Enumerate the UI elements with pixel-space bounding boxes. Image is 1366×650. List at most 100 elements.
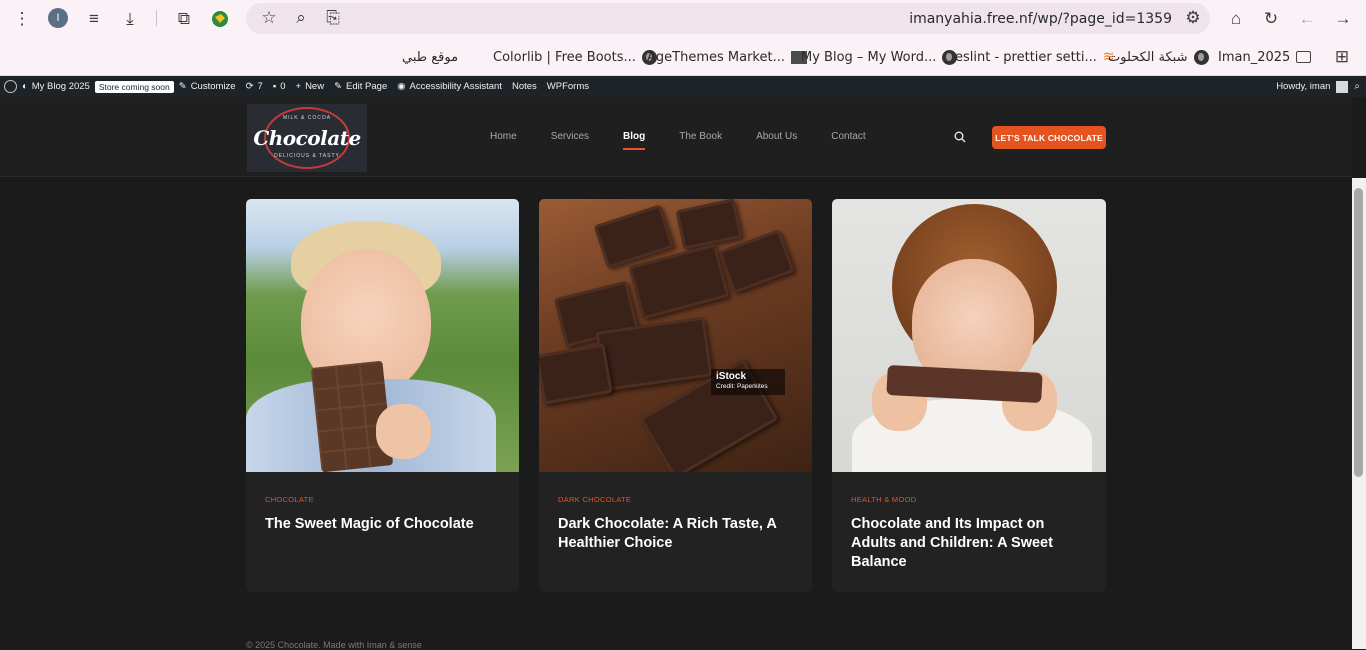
extension-globe-icon[interactable] (207, 6, 233, 32)
bookmark-item[interactable]: AgeThemes Market... (647, 47, 807, 67)
nav-the-book[interactable]: The Book (679, 131, 722, 142)
bookmark-item[interactable]: موقع طبي (402, 47, 458, 67)
post-category[interactable]: CHOCOLATE (265, 495, 314, 504)
plus-icon: + (295, 81, 302, 92)
admin-new[interactable]: + New (291, 81, 330, 92)
avatar[interactable] (1336, 80, 1349, 93)
zoom-icon[interactable]: ⌕ (288, 5, 314, 31)
site-header: MILK & COCOA Chocolate DELICIOUS & TASTY… (0, 97, 1352, 177)
post-thumbnail[interactable]: iStock Credit: Paperkites (539, 199, 812, 472)
thumbnail-shape (539, 343, 613, 405)
thumbnail-shape (376, 404, 431, 459)
wordpress-icon[interactable] (4, 80, 17, 93)
admin-site-name[interactable]: ◐ My Blog 2025 (17, 81, 95, 92)
logo-text: Chocolate (253, 126, 361, 150)
bookmarks-bar: موقع طبي Colorlib | Free Boots... AgeThe… (0, 38, 1366, 76)
bookmark-label: شبكة الكحلوت (1108, 49, 1188, 65)
download-icon[interactable]: ⤓ (117, 6, 143, 32)
forward-icon[interactable]: → (1330, 6, 1356, 32)
bookmark-label: My Blog – My Word... (801, 49, 937, 65)
thumbnail-shape (675, 199, 743, 250)
image-credit: iStock Credit: Paperkites (711, 369, 785, 395)
post-category[interactable]: HEALTH & MOOD (851, 495, 916, 504)
admin-wpforms[interactable]: WPForms (542, 81, 594, 92)
comment-icon: ▪ (272, 81, 277, 92)
logo-tagline-bottom: DELICIOUS & TASTY (274, 153, 340, 159)
admin-customize[interactable]: ✎ Customize (174, 81, 241, 92)
post-category[interactable]: DARK CHOCOLATE (558, 495, 631, 504)
address-bar[interactable]: ☆ ⌕ ⎘ imanyahia.free.nf/wp/?page_id=1359… (246, 3, 1210, 34)
site-logo[interactable]: MILK & COCOA Chocolate DELICIOUS & TASTY (247, 104, 367, 172)
blog-grid: CHOCOLATE The Sweet Magic of Chocolate i… (0, 178, 1352, 649)
bookmark-item[interactable]: eslint - prettier setti... ≋ (955, 47, 1115, 67)
wpforms-label: WPForms (546, 81, 589, 92)
nav-services[interactable]: Services (551, 131, 589, 142)
dashboard-icon: ◐ (22, 81, 28, 92)
bookmark-item[interactable]: Colorlib | Free Boots... (493, 47, 657, 67)
lets-talk-button[interactable]: LET'S TALK CHOCOLATE (992, 126, 1106, 149)
brush-icon: ✎ (178, 81, 187, 92)
credit-text: Credit: Paperkites (716, 383, 768, 390)
admin-edit-page[interactable]: ✎ Edit Page (329, 81, 392, 92)
customize-label: Customize (190, 81, 236, 92)
site-settings-icon[interactable]: ⚙ (1180, 5, 1206, 31)
folder-icon (1296, 51, 1312, 63)
bookmark-folder[interactable]: Iman_2025 (1218, 47, 1312, 67)
bookmark-label: موقع طبي (402, 49, 459, 65)
reload-icon[interactable]: ↻ (1258, 6, 1284, 32)
nav-about-us[interactable]: About Us (756, 131, 797, 142)
search-icon[interactable]: ⌕ (1354, 81, 1360, 92)
bookmark-item[interactable]: شبكة الكحلوت (1108, 47, 1209, 67)
bookmark-star-icon[interactable]: ☆ (256, 5, 282, 31)
extensions-icon[interactable]: ⧉ (171, 6, 197, 32)
accessibility-icon: ◉ (397, 81, 406, 92)
translate-icon[interactable]: ⎘ (320, 5, 346, 31)
scrollbar-thumb[interactable] (1354, 188, 1363, 477)
post-card[interactable]: CHOCOLATE The Sweet Magic of Chocolate (246, 199, 519, 592)
browser-toolbar: ⋮ I ≡ ⤓ ⧉ ☆ ⌕ ⎘ imanyahia.free.nf/wp/?pa… (0, 0, 1366, 38)
updates-icon: ⟳ (245, 81, 254, 92)
post-thumbnail[interactable] (246, 199, 519, 472)
globe-icon (1193, 49, 1209, 65)
url-text[interactable]: imanyahia.free.nf/wp/?page_id=1359 (909, 11, 1172, 27)
howdy-user[interactable]: Howdy, iman (1276, 81, 1330, 92)
bookmark-label: eslint - prettier setti... (955, 49, 1097, 65)
bookmark-item[interactable]: My Blog – My Word... (801, 47, 958, 67)
toolbar-divider (156, 10, 157, 26)
post-card[interactable]: HEALTH & MOOD Chocolate and Its Impact o… (832, 199, 1106, 592)
bookmark-label: AgeThemes Market... (647, 49, 785, 65)
pencil-icon: ✎ (334, 81, 343, 92)
admin-updates[interactable]: ⟳ 7 (241, 81, 268, 92)
bookmark-label: Colorlib | Free Boots... (493, 49, 636, 65)
updates-count: 7 (257, 81, 263, 92)
post-title[interactable]: Dark Chocolate: A Rich Taste, A Healthie… (558, 515, 798, 553)
logo-tagline-top: MILK & COCOA (282, 115, 332, 121)
credit-brand: iStock (716, 371, 747, 382)
post-title[interactable]: Chocolate and Its Impact on Adults and C… (851, 515, 1091, 572)
back-icon[interactable]: ← (1294, 6, 1320, 32)
notes-label: Notes (511, 81, 537, 92)
search-icon[interactable] (954, 131, 966, 143)
accessibility-label: Accessibility Assistant (409, 81, 502, 92)
admin-comments[interactable]: ▪ 0 (268, 81, 291, 92)
nav-contact[interactable]: Contact (831, 131, 865, 142)
menu-dots-icon[interactable]: ⋮ (9, 6, 35, 32)
admin-notes[interactable]: Notes (507, 81, 542, 92)
comments-count: 0 (280, 81, 286, 92)
post-title[interactable]: The Sweet Magic of Chocolate (265, 515, 505, 534)
bookmark-label: Iman_2025 (1218, 49, 1291, 65)
site-name-label: My Blog 2025 (31, 81, 90, 92)
new-label: New (305, 81, 325, 92)
apps-grid-icon[interactable]: ⊞ (1329, 44, 1355, 70)
logo-emblem: MILK & COCOA Chocolate DELICIOUS & TASTY (253, 107, 361, 169)
admin-accessibility[interactable]: ◉ Accessibility Assistant (392, 81, 507, 92)
nav-home[interactable]: Home (490, 131, 517, 142)
post-thumbnail[interactable] (832, 199, 1106, 472)
main-nav: Home Services Blog The Book About Us Con… (490, 131, 900, 150)
media-queue-icon[interactable]: ≡ (81, 6, 107, 32)
edit-page-label: Edit Page (346, 81, 388, 92)
profile-avatar[interactable]: I (48, 8, 68, 28)
home-icon[interactable]: ⌂ (1223, 6, 1249, 32)
post-card[interactable]: iStock Credit: Paperkites DARK CHOCOLATE… (539, 199, 812, 592)
nav-blog[interactable]: Blog (623, 131, 646, 150)
